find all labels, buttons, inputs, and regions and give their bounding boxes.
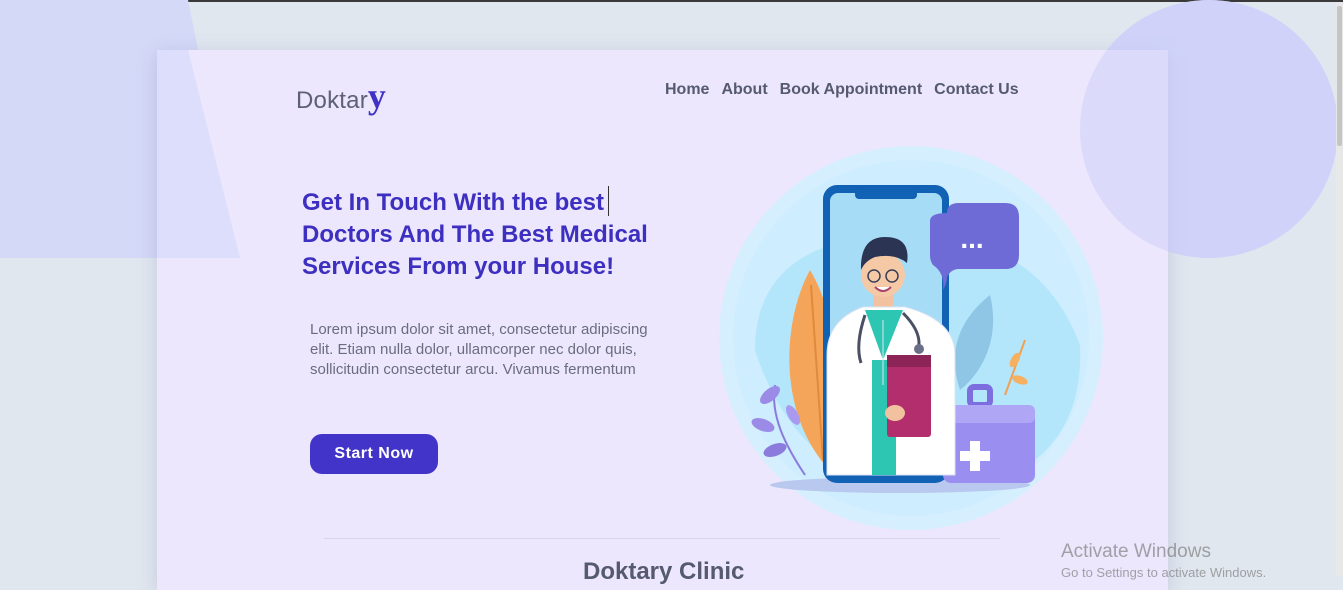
scrollbar-thumb[interactable] — [1337, 6, 1342, 146]
nav-about[interactable]: About — [721, 81, 767, 99]
section-title: Doktary Clinic — [583, 558, 745, 585]
logo[interactable]: Doktary — [296, 78, 386, 115]
start-now-button[interactable]: Start Now — [310, 434, 438, 474]
activate-windows-watermark: Activate Windows Go to Settings to activ… — [1061, 541, 1266, 580]
watermark-subtitle: Go to Settings to activate Windows. — [1061, 565, 1267, 580]
hero-description: Lorem ipsum dolor sit amet, consectetur … — [310, 321, 648, 378]
hero-headline: Get In Touch With the best Doctors And T… — [302, 187, 672, 283]
logo-prefix: Doktar — [296, 87, 368, 114]
nav-contact-us[interactable]: Contact Us — [934, 81, 1018, 99]
chat-bubble-text: ... — [960, 223, 983, 254]
doctor-illustration: ... — [719, 146, 1103, 530]
nav-book-appointment[interactable]: Book Appointment — [780, 81, 923, 99]
logo-suffix: y — [367, 76, 387, 116]
clipboard-icon — [887, 355, 931, 437]
window-top-border — [0, 0, 1343, 2]
typing-caret — [608, 186, 609, 216]
headline-line-3: Services From your House! — [302, 253, 615, 280]
headline-line-2: Doctors And The Best Medical — [302, 221, 648, 248]
nav-home[interactable]: Home — [665, 81, 709, 99]
main-nav: Home About Book Appointment Contact Us — [665, 81, 1019, 99]
headline-line-1: Get In Touch With the best — [302, 189, 604, 216]
section-divider — [324, 538, 1000, 539]
watermark-title: Activate Windows — [1061, 541, 1211, 562]
